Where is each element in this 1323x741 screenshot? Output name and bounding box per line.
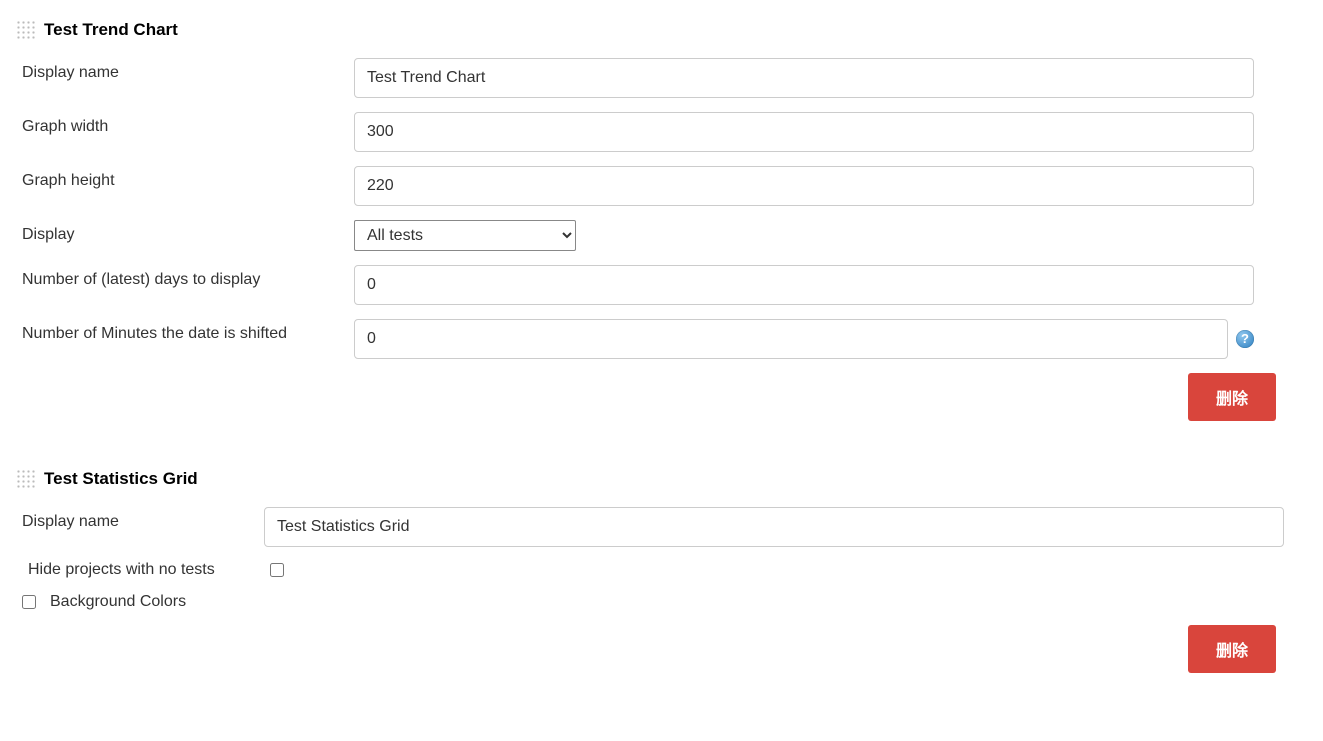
section-title: Test Statistics Grid — [44, 469, 198, 489]
button-row: 删除 — [16, 625, 1276, 673]
input-display-name[interactable] — [354, 58, 1254, 98]
section-header: Test Trend Chart — [16, 20, 1307, 40]
field-row-hide-no-tests: Hide projects with no tests — [16, 561, 1307, 579]
select-display[interactable]: All tests — [354, 220, 576, 251]
checkbox-hide-no-tests[interactable] — [270, 563, 284, 577]
input-graph-height[interactable] — [354, 166, 1254, 206]
field-row-days: Number of (latest) days to display — [16, 265, 1307, 305]
field-row-display: Display All tests — [16, 220, 1307, 251]
field-row-graph-height: Graph height — [16, 166, 1307, 206]
input-graph-width[interactable] — [354, 112, 1254, 152]
input-days[interactable] — [354, 265, 1254, 305]
test-statistics-grid-section: Test Statistics Grid Display name Hide p… — [16, 469, 1307, 673]
label-display: Display — [16, 220, 354, 244]
label-shift: Number of Minutes the date is shifted — [16, 319, 354, 343]
field-row-display-name: Display name — [16, 507, 1307, 547]
label-display-name: Display name — [16, 507, 264, 531]
label-graph-width: Graph width — [16, 112, 354, 136]
test-trend-chart-section: Test Trend Chart Display name Graph widt… — [16, 20, 1307, 421]
delete-button[interactable]: 删除 — [1188, 625, 1276, 673]
section-title: Test Trend Chart — [44, 20, 178, 40]
input-shift[interactable] — [354, 319, 1228, 359]
label-display-name: Display name — [16, 58, 354, 82]
delete-button[interactable]: 删除 — [1188, 373, 1276, 421]
label-days: Number of (latest) days to display — [16, 265, 354, 289]
input-display-name[interactable] — [264, 507, 1284, 547]
field-row-shift: Number of Minutes the date is shifted ? — [16, 319, 1307, 359]
section-header: Test Statistics Grid — [16, 469, 1307, 489]
field-row-display-name: Display name — [16, 58, 1307, 98]
label-graph-height: Graph height — [16, 166, 354, 190]
checkbox-background-colors[interactable] — [22, 595, 36, 609]
help-icon[interactable]: ? — [1236, 330, 1254, 348]
field-row-background-colors: Background Colors — [16, 593, 1307, 611]
drag-handle-icon[interactable] — [16, 20, 36, 40]
label-background-colors: Background Colors — [50, 593, 186, 611]
field-row-graph-width: Graph width — [16, 112, 1307, 152]
drag-handle-icon[interactable] — [16, 469, 36, 489]
label-hide-no-tests: Hide projects with no tests — [22, 561, 270, 579]
button-row: 删除 — [16, 373, 1276, 421]
